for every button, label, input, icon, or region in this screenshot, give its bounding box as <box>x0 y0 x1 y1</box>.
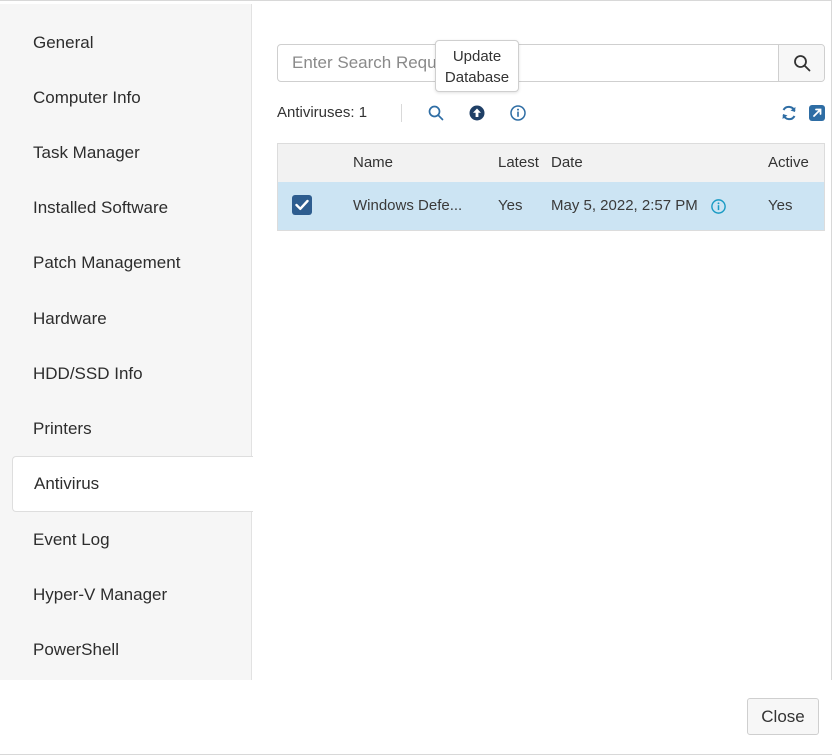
sidebar-item-event-log[interactable]: Event Log <box>12 513 252 567</box>
antivirus-table: Name Latest Date Active Windows Defe... … <box>277 143 825 231</box>
table-row[interactable]: Windows Defe... Yes May 5, 2022, 2:57 PM… <box>278 182 824 230</box>
sidebar-item-label: Patch Management <box>33 253 181 272</box>
external-link-icon[interactable] <box>808 104 826 122</box>
tooltip-line-2: Database <box>444 69 510 86</box>
sidebar-item-hardware[interactable]: Hardware <box>12 292 252 346</box>
toolbar: Antiviruses: 1 <box>277 100 827 126</box>
column-header-name[interactable]: Name <box>353 154 393 171</box>
sidebar-item-general[interactable]: General <box>12 16 252 70</box>
cell-name: Windows Defe... <box>353 197 463 214</box>
tooltip-line-1: Update <box>452 48 502 65</box>
main-panel: Update Database Antiviruses: 1 <box>252 4 831 680</box>
sidebar-item-computer-info[interactable]: Computer Info <box>12 71 252 125</box>
sidebar-item-label: HDD/SSD Info <box>33 364 143 383</box>
sidebar-item-patch-management[interactable]: Patch Management <box>12 236 252 290</box>
column-header-date[interactable]: Date <box>551 154 583 171</box>
antivirus-count: Antiviruses: 1 <box>277 104 368 121</box>
info-icon[interactable] <box>710 198 727 215</box>
dialog-footer: Close <box>0 680 832 754</box>
sidebar-item-label: Hardware <box>33 309 107 328</box>
column-header-latest[interactable]: Latest <box>498 154 539 171</box>
sidebar-item-label: Event Log <box>33 530 110 549</box>
sidebar-item-label: Antivirus <box>34 474 100 493</box>
search-icon <box>793 55 810 72</box>
sidebar-item-installed-software[interactable]: Installed Software <box>12 181 252 235</box>
sidebar-item-printers[interactable]: Printers <box>12 402 252 456</box>
sidebar-item-label: Computer Info <box>33 88 141 107</box>
column-header-active[interactable]: Active <box>768 154 809 171</box>
sidebar-item-label: PowerShell <box>33 640 119 659</box>
cell-date: May 5, 2022, 2:57 PM <box>551 197 698 214</box>
cell-latest: Yes <box>498 197 523 214</box>
sidebar-item-hdd-ssd-info[interactable]: HDD/SSD Info <box>12 347 252 401</box>
antivirus-dialog: General Computer Info Task Manager Insta… <box>0 0 832 755</box>
sidebar-nav: General Computer Info Task Manager Insta… <box>0 4 253 680</box>
row-checkbox[interactable] <box>292 195 312 215</box>
search-icon[interactable] <box>427 104 445 122</box>
cell-active: Yes <box>768 197 793 214</box>
refresh-icon[interactable] <box>780 104 798 122</box>
sidebar-item-label: Task Manager <box>33 143 140 162</box>
sidebar-item-label: General <box>33 33 94 52</box>
sidebar-item-label: Printers <box>33 419 92 438</box>
search-input[interactable] <box>278 45 778 81</box>
close-button[interactable]: Close <box>747 698 819 735</box>
toolbar-divider <box>401 104 402 122</box>
sidebar-item-label: Installed Software <box>33 198 169 217</box>
search-button[interactable] <box>778 45 824 81</box>
search-box <box>277 44 825 82</box>
sidebar-item-task-manager[interactable]: Task Manager <box>12 126 252 180</box>
sidebar-item-powershell[interactable]: PowerShell <box>12 623 252 677</box>
sidebar-item-hyper-v-manager[interactable]: Hyper-V Manager <box>12 568 252 622</box>
sidebar-item-label: Hyper-V Manager <box>33 585 168 604</box>
checkmark-icon <box>295 199 309 210</box>
table-header: Name Latest Date Active <box>278 144 824 183</box>
info-icon[interactable] <box>509 104 527 122</box>
update-database-tooltip: Update Database <box>435 40 519 92</box>
upload-arrow-icon[interactable] <box>468 104 486 122</box>
sidebar-item-antivirus[interactable]: Antivirus <box>12 456 253 512</box>
